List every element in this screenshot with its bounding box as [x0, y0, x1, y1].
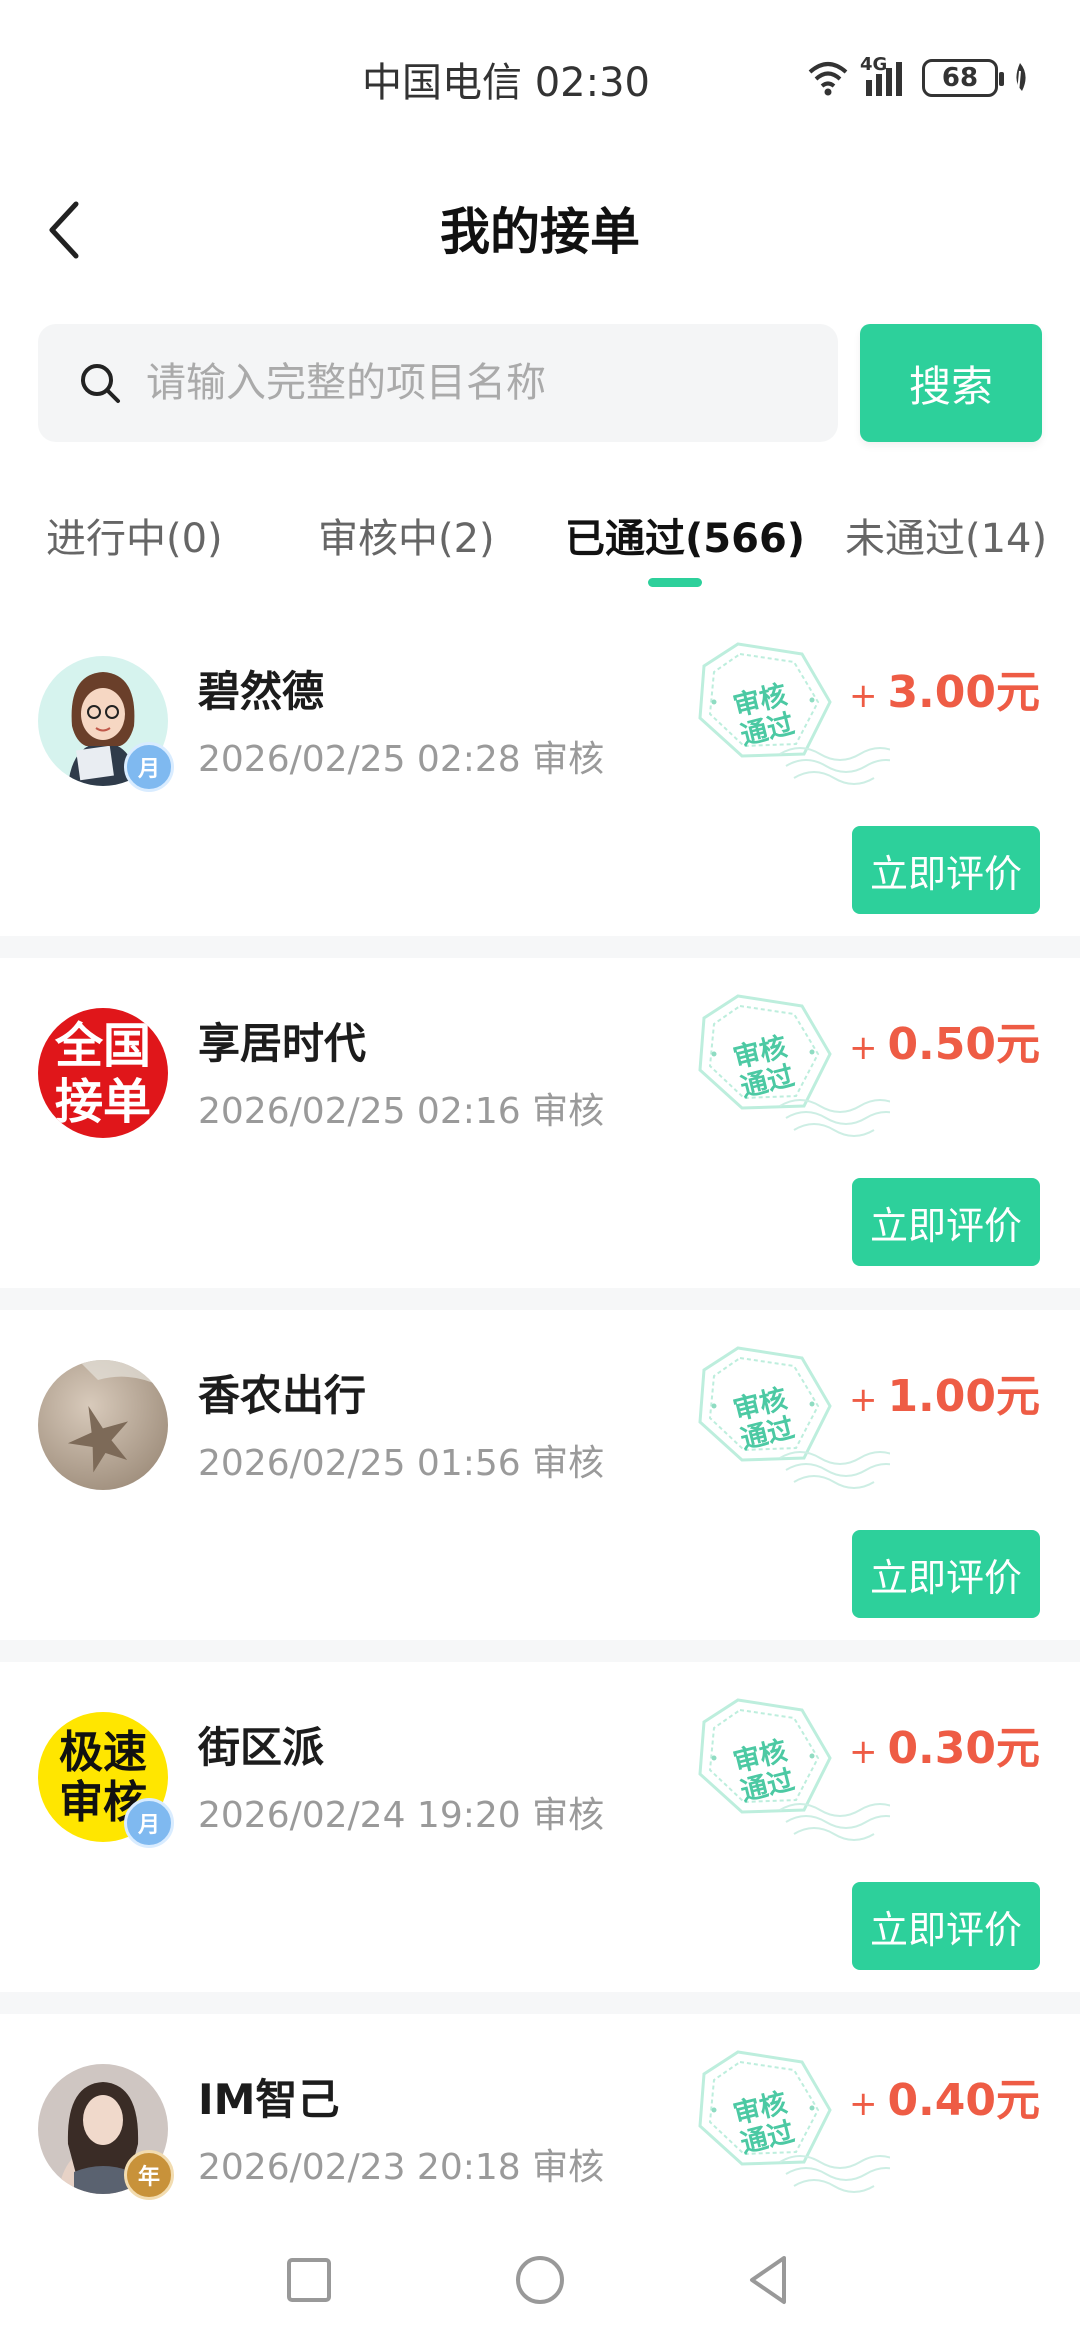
order-name: 享居时代 — [198, 1019, 367, 1068]
order-time: 2026/02/25 02:16 审核 — [198, 1091, 605, 1132]
status-icons: 4G 68 — [808, 54, 1030, 100]
order-name: 碧然德 — [198, 667, 325, 716]
order-name: 香农出行 — [198, 1371, 367, 1420]
battery-level: 68 — [941, 63, 979, 93]
order-time: 2026/02/25 01:56 审核 — [198, 1443, 605, 1484]
order-time: 2026/02/25 02:28 审核 — [198, 739, 605, 780]
rate-now-button[interactable]: 立即评价 — [852, 1530, 1040, 1618]
order-amount: +1.00元 — [849, 1360, 1040, 1424]
search-row: 搜索 — [38, 324, 1042, 444]
amount-value: 0.50元 — [887, 1019, 1040, 1070]
order-amount: +3.00元 — [849, 656, 1040, 720]
leaf-icon — [1016, 63, 1026, 94]
status-bar: 中国电信 02:30 4G 68 — [0, 0, 1080, 150]
signal-icon: 4G — [860, 54, 910, 98]
amount-sign: + — [848, 1380, 878, 1420]
header: 我的接单 — [0, 170, 1080, 280]
avatar-text: 全国接单 — [54, 1018, 151, 1130]
amount-value: 0.40元 — [887, 2075, 1040, 2126]
amount-sign: + — [848, 2084, 878, 2124]
back-icon[interactable] — [740, 2250, 800, 2310]
rate-now-button[interactable]: 立即评价 — [852, 1882, 1040, 1970]
amount-value: 3.00元 — [887, 667, 1040, 718]
starfish-sand-avatar — [38, 1360, 168, 1490]
tab-in-progress[interactable]: 进行中(0) — [46, 506, 223, 564]
order-card[interactable]: 月 碧然德 2026/02/25 02:28 审核 审核通过 +3.00元 立即… — [0, 606, 1080, 936]
recent-apps-icon[interactable] — [279, 2250, 339, 2310]
amount-sign: + — [848, 1732, 878, 1772]
tab-reviewing[interactable]: 审核中(2) — [318, 506, 495, 564]
order-amount: +0.50元 — [849, 1008, 1040, 1072]
nationwide-order-avatar: 全国接单 — [38, 1008, 168, 1138]
order-list[interactable]: 月 碧然德 2026/02/25 02:28 审核 审核通过 +3.00元 立即… — [0, 606, 1080, 2220]
order-card[interactable]: 香农出行 2026/02/25 01:56 审核 审核通过 +1.00元 立即评… — [0, 1310, 1080, 1640]
member-badge: 月 — [124, 1798, 174, 1848]
rate-now-button[interactable]: 立即评价 — [852, 826, 1040, 914]
order-card[interactable]: 年 IM智己 2026/02/23 20:18 审核 审核通过 +0.40元 — [0, 2014, 1080, 2220]
home-icon[interactable] — [510, 2250, 570, 2310]
order-time: 2026/02/23 20:18 审核 — [198, 2147, 605, 2188]
battery-icon: 68 — [922, 59, 1004, 97]
search-icon — [81, 364, 120, 403]
order-name: IM智己 — [198, 2075, 340, 2124]
order-card[interactable]: 极速审核 月 街区派 2026/02/24 19:20 审核 审核通过 +0.3… — [0, 1662, 1080, 1992]
wifi-icon — [808, 62, 848, 96]
order-time: 2026/02/24 19:20 审核 — [198, 1795, 605, 1836]
order-card[interactable]: 全国接单 享居时代 2026/02/25 02:16 审核 审核通过 +0.50… — [0, 958, 1080, 1288]
rate-now-button[interactable]: 立即评价 — [852, 1178, 1040, 1266]
status-tabs: 进行中(0) 审核中(2) 已通过(566) 未通过(14) — [0, 490, 1080, 600]
search-box[interactable] — [38, 324, 838, 442]
page-title: 我的接单 — [440, 203, 640, 261]
amount-value: 1.00元 — [887, 1371, 1040, 1422]
order-amount: +0.30元 — [849, 1712, 1040, 1776]
amount-value: 0.30元 — [887, 1723, 1040, 1774]
amount-sign: + — [848, 1028, 878, 1068]
order-name: 街区派 — [198, 1723, 325, 1772]
status-carrier-time: 中国电信 02:30 — [362, 60, 650, 106]
search-input[interactable] — [146, 360, 786, 406]
order-amount: +0.40元 — [849, 2064, 1040, 2128]
system-nav-bar — [0, 2220, 1080, 2340]
tab-rejected[interactable]: 未通过(14) — [845, 506, 1047, 564]
search-button[interactable]: 搜索 — [860, 324, 1042, 442]
tab-approved[interactable]: 已通过(566) — [565, 506, 805, 564]
member-badge: 月 — [124, 742, 174, 792]
amount-sign: + — [848, 676, 878, 716]
member-badge: 年 — [124, 2150, 174, 2200]
active-tab-indicator — [648, 578, 702, 587]
